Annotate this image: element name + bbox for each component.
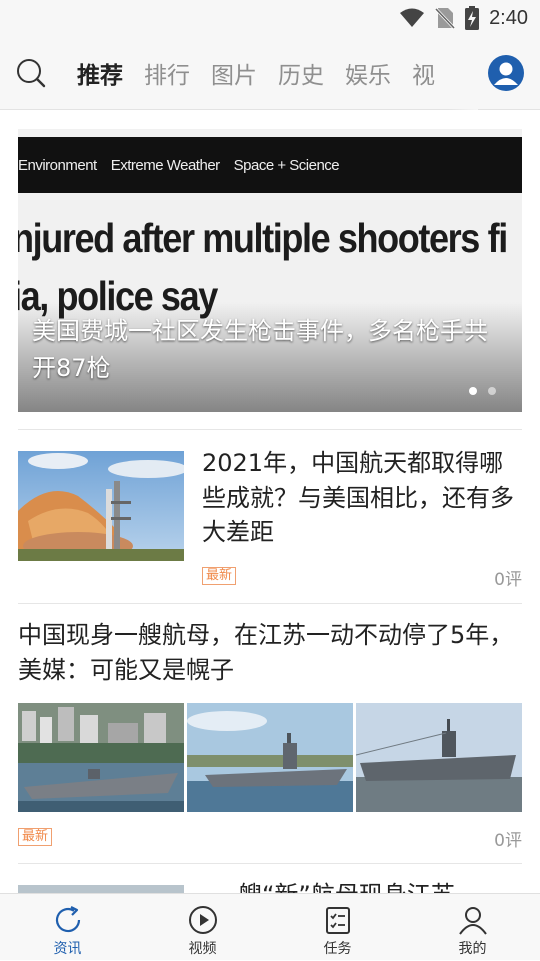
nav-label: 任务 — [323, 941, 352, 957]
wifi-icon — [400, 8, 425, 27]
banner-image-nav-item: Space + Science — [233, 156, 340, 174]
banner-image-headline-line: njured after multiple shooters fi — [18, 215, 508, 261]
nav-label: 视频 — [188, 941, 217, 957]
comment-count: 0评 — [494, 831, 522, 851]
rocket-launch-thumbnail — [18, 451, 184, 561]
nav-label: 资讯 — [53, 941, 82, 957]
status-time: 2:40 — [489, 6, 528, 29]
nav-tasks[interactable]: 任务 — [270, 894, 405, 961]
tab-entertainment[interactable]: 娱乐 — [345, 56, 391, 90]
search-icon[interactable] — [16, 58, 46, 88]
news-item[interactable]: 中国现身一艘航母，在江苏一动不动停了5年，美媒：可能又是幌子 最新 0评 — [18, 604, 522, 863]
latest-badge: 最新 — [18, 828, 53, 846]
carrier-dock-thumbnail — [187, 703, 353, 812]
nav-label: 我的 — [458, 941, 487, 957]
carousel-dot[interactable] — [488, 387, 496, 395]
person-icon — [458, 907, 487, 935]
status-bar: 2:40 — [0, 0, 540, 36]
news-feed: Environment Extreme Weather Space + Scie… — [18, 110, 522, 904]
category-tabs: 推荐 排行 图片 历史 娱乐 视 — [56, 36, 476, 110]
image-row — [18, 703, 522, 812]
carousel-dot-active[interactable] — [469, 387, 477, 395]
banner-image-nav: Environment Extreme Weather Space + Scie… — [18, 137, 522, 193]
latest-badge: 最新 — [202, 567, 237, 585]
banner-caption[interactable]: 美国费城一社区发生枪击事件，多名枪手共开87枪 — [32, 313, 502, 387]
banner-carousel[interactable]: Environment Extreme Weather Space + Scie… — [18, 129, 522, 412]
tab-video-partial[interactable]: 视 — [412, 56, 435, 90]
carrier-harbor-thumbnail — [18, 703, 184, 812]
news-item-title[interactable]: 中国现身一艘航母，在江苏一动不动停了5年，美媒：可能又是幌子 — [18, 618, 522, 687]
bottom-navigation: 资讯 视频 任务 我的 — [0, 893, 540, 960]
news-item[interactable]: 2021年，中国航天都取得哪些成就？与美国相比，还有多大差距 最新 0评 — [18, 430, 522, 603]
no-sim-icon — [435, 7, 456, 29]
tab-pictures[interactable]: 图片 — [211, 56, 257, 90]
news-item-title[interactable]: 2021年，中国航天都取得哪些成就？与美国相比，还有多大差距 — [202, 446, 522, 550]
comment-count: 0评 — [494, 570, 522, 590]
nav-profile[interactable]: 我的 — [405, 894, 540, 961]
refresh-circle-icon — [55, 906, 80, 933]
play-circle-icon — [188, 906, 217, 934]
task-list-icon — [325, 907, 350, 934]
tabs-fade — [448, 36, 478, 110]
banner-image-nav-item: Extreme Weather — [110, 156, 220, 174]
nav-video[interactable]: 视频 — [135, 894, 270, 961]
tab-ranking[interactable]: 排行 — [144, 56, 190, 90]
carrier-pier-thumbnail — [356, 703, 522, 812]
battery-charging-icon — [465, 6, 480, 30]
tab-history[interactable]: 历史 — [278, 56, 324, 90]
user-avatar-icon[interactable] — [488, 55, 524, 91]
carousel-indicator — [469, 387, 496, 395]
tab-recommended[interactable]: 推荐 — [77, 56, 123, 90]
banner-image-nav-item: Environment — [18, 156, 97, 174]
top-navigation: 推荐 排行 图片 历史 娱乐 视 — [0, 36, 540, 110]
nav-news[interactable]: 资讯 — [0, 894, 135, 961]
